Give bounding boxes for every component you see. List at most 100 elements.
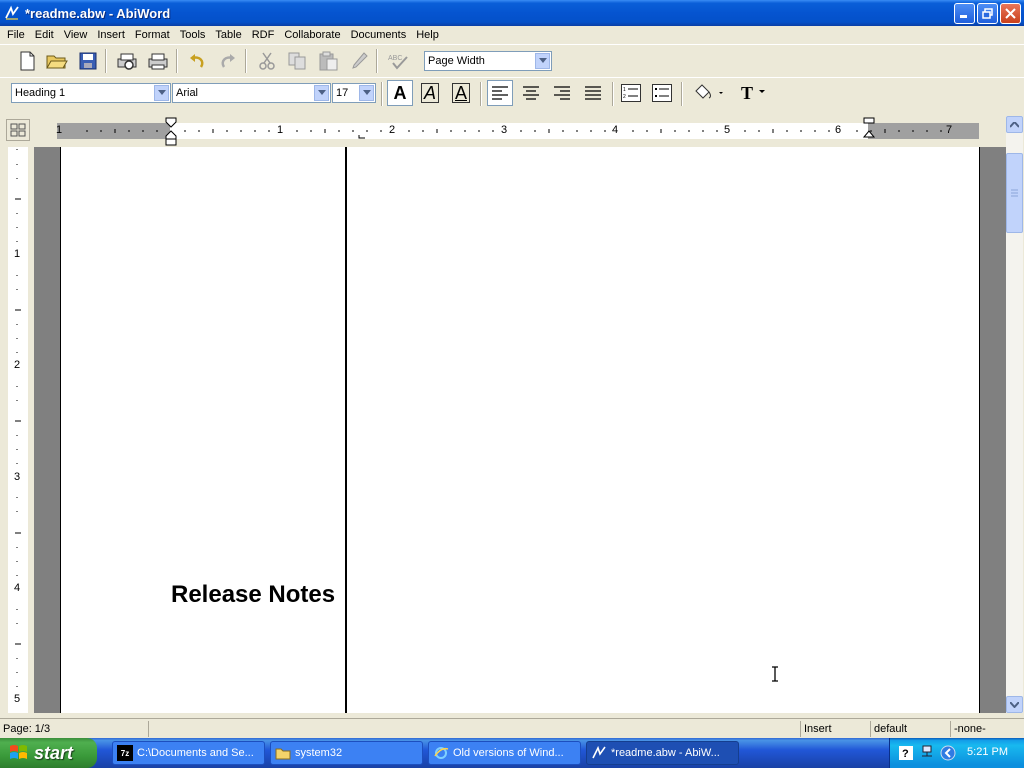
chevron-down-icon bbox=[538, 58, 547, 63]
toolbar-separator bbox=[376, 49, 378, 73]
justify-button[interactable] bbox=[580, 80, 606, 106]
style-dropdown-button[interactable] bbox=[154, 85, 169, 101]
title-bar[interactable]: *readme.abw - AbiWord bbox=[0, 0, 1024, 26]
toolbar-separator bbox=[681, 82, 683, 106]
menu-tools[interactable]: Tools bbox=[175, 29, 211, 41]
cut-button[interactable] bbox=[254, 48, 280, 74]
copy-button[interactable] bbox=[285, 48, 311, 74]
windows-logo-icon bbox=[10, 745, 27, 759]
toolbar-separator bbox=[176, 49, 178, 73]
menu-file[interactable]: File bbox=[2, 29, 30, 41]
font-size-select[interactable]: 17 bbox=[332, 83, 376, 103]
numbered-list-button[interactable]: 12 bbox=[618, 80, 644, 106]
chevron-down-icon bbox=[1010, 701, 1019, 708]
task-label: *readme.abw - AbiW... bbox=[611, 747, 720, 759]
chevron-down-icon bbox=[317, 90, 326, 95]
horizontal-ruler[interactable]: 1 1 2 3 4 5 6 7 bbox=[56, 123, 979, 139]
internet-explorer-icon bbox=[434, 747, 449, 759]
start-button[interactable]: start bbox=[0, 738, 97, 768]
restore-button[interactable] bbox=[977, 3, 998, 24]
ruler-label: 3 bbox=[501, 124, 508, 136]
print-button[interactable] bbox=[145, 48, 171, 74]
open-button[interactable] bbox=[44, 48, 70, 74]
new-button[interactable] bbox=[14, 48, 40, 74]
italic-button[interactable]: A bbox=[417, 80, 443, 106]
taskbar-item-abiword[interactable]: *readme.abw - AbiW... bbox=[586, 741, 739, 765]
column-divider bbox=[345, 147, 347, 713]
zoom-dropdown-button[interactable] bbox=[535, 53, 550, 69]
print-preview-button[interactable] bbox=[114, 48, 140, 74]
vertical-ruler[interactable]: 1 2 3 4 5 bbox=[8, 147, 28, 713]
menu-table[interactable]: Table bbox=[210, 29, 246, 41]
taskbar-item-browser[interactable]: Old versions of Wind... bbox=[428, 741, 581, 765]
format-toolbar: Heading 1 Arial 17 A A A 12 T bbox=[0, 77, 1024, 110]
network-icon[interactable] bbox=[920, 745, 934, 761]
close-button[interactable] bbox=[1000, 3, 1021, 24]
spellcheck-button[interactable]: ABC bbox=[386, 48, 412, 74]
align-right-button[interactable] bbox=[549, 80, 575, 106]
zoom-select[interactable]: Page Width bbox=[424, 51, 552, 71]
scroll-up-button[interactable] bbox=[1006, 116, 1023, 133]
view-toggle-button[interactable] bbox=[6, 119, 30, 141]
paste-button[interactable] bbox=[315, 48, 341, 74]
menu-view[interactable]: View bbox=[59, 29, 93, 41]
font-size-dropdown-button[interactable] bbox=[359, 85, 374, 101]
abiword-app-icon[interactable] bbox=[4, 5, 20, 21]
system-tray: ? 5:21 PM bbox=[889, 738, 1024, 768]
document-page[interactable]: Release Notes bbox=[60, 147, 980, 713]
chevron-down-icon bbox=[362, 90, 371, 95]
ruler-label: 1 bbox=[56, 124, 63, 136]
menu-format[interactable]: Format bbox=[130, 29, 175, 41]
7zip-icon: 7z bbox=[117, 745, 133, 761]
toolbar-separator bbox=[245, 49, 247, 73]
font-dropdown-button[interactable] bbox=[314, 85, 329, 101]
status-language: default bbox=[870, 721, 950, 737]
document-area[interactable]: Release Notes bbox=[34, 147, 1006, 713]
menu-insert[interactable]: Insert bbox=[92, 29, 130, 41]
left-indent-marker[interactable] bbox=[164, 117, 178, 147]
align-center-icon bbox=[523, 86, 539, 100]
font-select[interactable]: Arial bbox=[172, 83, 331, 103]
vertical-scrollbar[interactable] bbox=[1006, 116, 1023, 713]
status-bar: Page: 1/3 Insert default -none- bbox=[0, 718, 1024, 738]
menu-help[interactable]: Help bbox=[411, 29, 444, 41]
style-select[interactable]: Heading 1 bbox=[11, 83, 171, 103]
document-heading[interactable]: Release Notes bbox=[171, 581, 335, 609]
underline-button[interactable]: A bbox=[448, 80, 474, 106]
open-folder-icon bbox=[46, 55, 68, 69]
save-button[interactable] bbox=[75, 48, 101, 74]
ruler-area: 1 1 2 3 4 5 6 7 bbox=[0, 115, 1024, 147]
format-painter-icon bbox=[352, 52, 368, 69]
show-hidden-icons-button[interactable] bbox=[940, 745, 956, 761]
highlight-color-button[interactable] bbox=[690, 80, 726, 106]
ruler-label: 6 bbox=[835, 124, 842, 136]
status-page: Page: 1/3 bbox=[3, 723, 51, 735]
redo-icon bbox=[221, 54, 235, 68]
toolbar-separator bbox=[105, 49, 107, 73]
ruler-label: 2 bbox=[14, 359, 21, 371]
redo-button[interactable] bbox=[215, 48, 241, 74]
abiword-icon bbox=[592, 745, 606, 759]
start-label: start bbox=[34, 742, 74, 763]
scroll-down-button[interactable] bbox=[1006, 696, 1023, 713]
align-center-button[interactable] bbox=[518, 80, 544, 106]
menu-edit[interactable]: Edit bbox=[30, 29, 59, 41]
bullet-list-button[interactable] bbox=[649, 80, 675, 106]
zoom-value: Page Width bbox=[428, 55, 485, 67]
help-icon[interactable]: ? bbox=[899, 746, 913, 760]
text-color-button[interactable]: T bbox=[736, 80, 772, 106]
format-painter-button[interactable] bbox=[346, 48, 372, 74]
right-indent-marker[interactable] bbox=[862, 117, 876, 141]
minimize-button[interactable] bbox=[954, 3, 975, 24]
align-left-button[interactable] bbox=[487, 80, 513, 106]
menu-collaborate[interactable]: Collaborate bbox=[279, 29, 345, 41]
undo-button[interactable] bbox=[184, 48, 210, 74]
svg-text:ABC: ABC bbox=[388, 55, 402, 62]
scroll-thumb[interactable] bbox=[1006, 153, 1023, 233]
bold-button[interactable]: A bbox=[387, 80, 413, 106]
taskbar-item-system32[interactable]: system32 bbox=[270, 741, 423, 765]
menu-documents[interactable]: Documents bbox=[346, 29, 412, 41]
task-label: system32 bbox=[295, 747, 343, 759]
menu-rdf[interactable]: RDF bbox=[247, 29, 280, 41]
taskbar-item-7zip[interactable]: 7z C:\Documents and Se... bbox=[112, 741, 265, 765]
